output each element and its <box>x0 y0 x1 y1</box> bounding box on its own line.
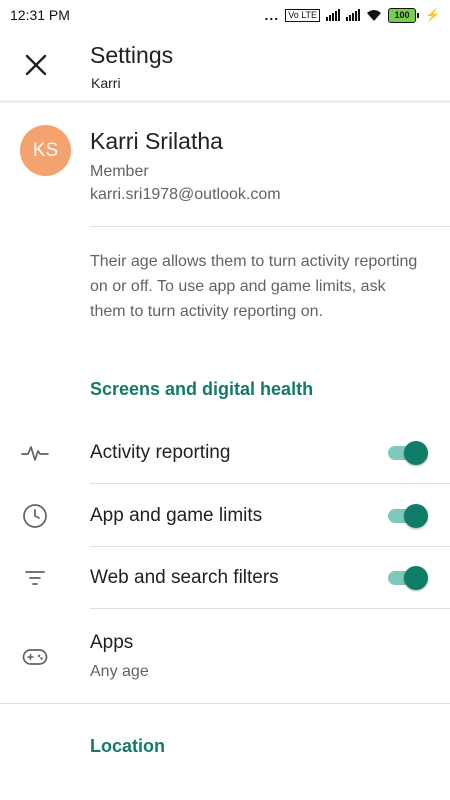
profile-role: Member <box>90 163 149 180</box>
section-header-screens: Screens and digital health <box>90 379 314 399</box>
app-bar-divider <box>0 100 450 103</box>
avatar: KS <box>20 125 71 176</box>
profile-divider <box>90 226 450 227</box>
setting-row-apps[interactable]: Apps Any age <box>0 610 450 702</box>
setting-label: Web and search filters <box>90 567 279 588</box>
signal-icon-1 <box>326 9 341 21</box>
page-title: Settings <box>90 42 174 68</box>
info-text: Their age allows them to turn activity r… <box>90 253 418 320</box>
app-game-limits-toggle[interactable] <box>388 504 428 528</box>
volte-icon: Vo LTE <box>285 8 321 22</box>
setting-row-app-game-limits[interactable]: App and game limits <box>0 485 450 547</box>
page-subtitle: Karri <box>91 75 121 91</box>
status-bar: 12:31 PM ... Vo LTE 100 ⚡ <box>0 0 450 30</box>
web-search-filters-toggle[interactable] <box>388 566 428 590</box>
setting-row-web-search-filters[interactable]: Web and search filters <box>0 547 450 609</box>
filter-icon <box>20 563 50 593</box>
profile-email: karri.sri1978@outlook.com <box>90 186 281 203</box>
section-divider <box>0 703 450 704</box>
apps-sublabel: Any age <box>90 663 149 680</box>
profile-name: Karri Srilatha <box>90 128 223 154</box>
app-bar: Settings Karri <box>0 30 450 100</box>
activity-reporting-toggle[interactable] <box>388 441 428 465</box>
close-icon <box>25 54 47 76</box>
signal-icon-2 <box>346 9 361 21</box>
status-time: 12:31 PM <box>10 7 70 23</box>
charging-icon: ⚡ <box>425 8 440 22</box>
setting-label: Activity reporting <box>90 442 231 463</box>
close-button[interactable] <box>16 45 56 85</box>
section-header-location: Location <box>90 736 165 756</box>
battery-icon: 100 <box>388 7 420 23</box>
clock-icon <box>20 501 50 531</box>
wifi-icon <box>367 9 382 21</box>
setting-label: App and game limits <box>90 505 263 526</box>
notification-dots: ... <box>264 7 280 23</box>
setting-row-activity-reporting[interactable]: Activity reporting <box>0 422 450 484</box>
gamepad-icon <box>20 642 50 672</box>
status-icons: ... Vo LTE 100 ⚡ <box>265 7 440 23</box>
apps-label: Apps <box>90 632 134 653</box>
activity-pulse-icon <box>20 438 50 468</box>
battery-level: 100 <box>388 7 417 23</box>
